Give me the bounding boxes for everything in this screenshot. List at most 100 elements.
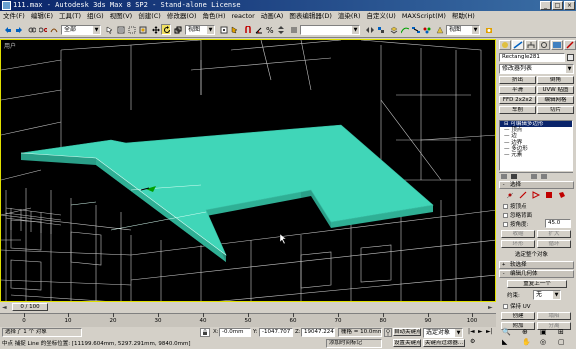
menu-graph-editors[interactable]: 图表编辑器(D) [286,11,335,22]
constraints-dropdown[interactable]: 无 ▼ [533,290,561,300]
edit-geometry-rollout-header[interactable]: - 编辑几何体 [499,270,574,278]
object-name-field[interactable]: Rectangle281 [499,53,565,62]
material-editor-icon[interactable] [421,24,431,35]
zoom-extents-icon[interactable]: ▣ [540,328,547,336]
zoom-extents-all-icon[interactable]: ⊞ [558,328,564,336]
create-button[interactable]: 创建 [501,312,535,320]
object-color-swatch[interactable] [567,54,574,61]
maximize-button[interactable]: □ [552,1,563,10]
time-config-icon[interactable]: ⚙ [470,338,475,345]
ignore-backfacing-checkbox[interactable]: 忽略背面 [503,211,532,219]
menu-modifiers[interactable]: 修改器(O) [164,11,200,22]
menu-help[interactable]: 帮助(H) [449,11,478,22]
schematic-view-icon[interactable] [410,24,420,35]
bind-space-warp-icon[interactable] [48,24,58,35]
undo-icon[interactable] [2,24,12,35]
maximize-viewport-icon[interactable]: ▢ [558,338,565,346]
percent-snap-icon[interactable]: % [264,24,274,35]
minimize-button[interactable]: _ [540,1,551,10]
utilities-tab-icon[interactable] [564,40,576,50]
menu-create[interactable]: 创建(C) [135,11,164,22]
redo-icon[interactable] [13,24,23,35]
lock-selection-icon[interactable] [200,328,210,337]
smooth-button[interactable]: 平滑 [499,86,536,94]
menu-character[interactable]: 角色(H) [200,11,229,22]
pin-stack-icon[interactable] [501,174,507,179]
menu-maxscript[interactable]: MAXScript(M) [399,11,449,22]
slice-button[interactable]: 切片 [537,106,574,114]
go-to-end-icon[interactable]: ►| [486,328,493,335]
shrink-button[interactable]: 收缩 [501,230,535,238]
create-tab-icon[interactable] [499,40,511,50]
select-object-icon[interactable] [104,24,114,35]
move-icon[interactable] [150,24,160,35]
set-key-button[interactable]: 设置关键点 [393,339,421,347]
selection-rollout-header[interactable]: - 选择 [499,181,574,189]
scale-icon[interactable] [172,24,182,35]
align-icon[interactable] [375,24,385,35]
remove-modifier-icon[interactable] [531,174,537,179]
snap-3d-icon[interactable] [242,24,252,35]
ring-button[interactable]: 环形 [501,240,535,248]
prev-frame-icon[interactable]: ◄ [2,304,7,311]
rotate-icon[interactable] [161,24,171,35]
soft-selection-rollout-header[interactable]: + 软选择 [499,261,574,269]
repeat-last-button[interactable]: 重复上一个 [507,280,567,288]
polygon-mode-icon[interactable] [546,192,552,198]
display-tab-icon[interactable] [551,40,563,50]
quick-render-icon[interactable] [483,24,493,35]
vertex-mode-icon[interactable] [506,192,514,199]
app-icon[interactable] [2,1,11,10]
show-end-result-icon[interactable] [511,174,517,179]
floor-slab[interactable] [20,124,434,262]
modifier-list-dropdown[interactable]: 修改器列表 ▼ [499,64,574,74]
select-by-name-icon[interactable] [115,24,125,35]
unlink-icon[interactable] [37,24,47,35]
menu-views[interactable]: 视图(V) [107,11,136,22]
modify-tab-icon[interactable] [512,40,524,50]
uvw-map-button[interactable]: UVW 贴图 [537,86,574,94]
angle-snap-icon[interactable] [253,24,263,35]
element-mode-icon[interactable] [559,192,565,198]
hierarchy-tab-icon[interactable] [525,40,537,50]
zoom-all-icon[interactable]: ⊕ [522,328,528,336]
select-manipulate-icon[interactable] [229,24,239,35]
render-scene-icon[interactable] [434,24,444,35]
menu-group[interactable]: 组(G) [84,11,107,22]
preserve-uvs-checkbox[interactable]: 保持 UV [503,302,531,310]
selection-filter-dropdown[interactable]: 全部 ▼ [61,25,101,35]
menu-file[interactable]: 文件(F) [0,11,28,22]
x-coordinate-field[interactable]: -0.0mm [219,328,251,337]
pivot-center-icon[interactable] [218,24,228,35]
menu-rendering[interactable]: 渲染(R) [335,11,364,22]
stack-item-element[interactable]: — 元素 [500,152,572,158]
time-slider[interactable]: 0 / 100 [12,303,48,311]
add-time-tag[interactable]: 添加时间标记 [326,339,382,348]
extrude-button[interactable]: 挤出 [499,76,536,84]
close-button[interactable]: × [564,1,575,10]
field-of-view-icon[interactable]: ◣ [502,338,507,346]
grow-button[interactable]: 扩大 [537,230,571,238]
collapse-button[interactable]: 塌陷 [537,312,571,320]
menu-edit[interactable]: 编辑(E) [28,11,56,22]
pan-icon[interactable]: ✋ [522,338,531,346]
by-vertex-checkbox[interactable]: 按顶点 [503,202,527,210]
time-slider-track[interactable] [0,302,496,313]
key-icon[interactable] [384,328,392,337]
next-frame-icon[interactable]: ► [488,304,493,311]
layer-manager-icon[interactable] [388,24,398,35]
menu-customize[interactable]: 自定义(U) [363,11,398,22]
motion-tab-icon[interactable] [538,40,550,50]
lathe-button[interactable]: 车削 [499,106,536,114]
menu-animation[interactable]: 动画(A) [258,11,287,22]
angle-spinner[interactable]: 45.0 [545,219,571,228]
zoom-icon[interactable]: 🔍 [502,328,511,336]
key-filters-button[interactable]: 关键点过滤器... [423,339,465,347]
edge-mode-icon[interactable] [519,191,527,199]
ffd-button[interactable]: FFD 2x2x2 [499,96,536,104]
window-crossing-icon[interactable] [137,24,147,35]
menu-tools[interactable]: 工具(T) [56,11,84,22]
arc-rotate-icon[interactable]: ◎ [540,338,546,346]
z-coordinate-field[interactable]: 19047.224 [301,328,335,337]
modifier-stack[interactable]: ⊟ 可编辑多边形 — 顶点 — 边 — 边界 — 多边形 — 元素 [499,120,573,171]
